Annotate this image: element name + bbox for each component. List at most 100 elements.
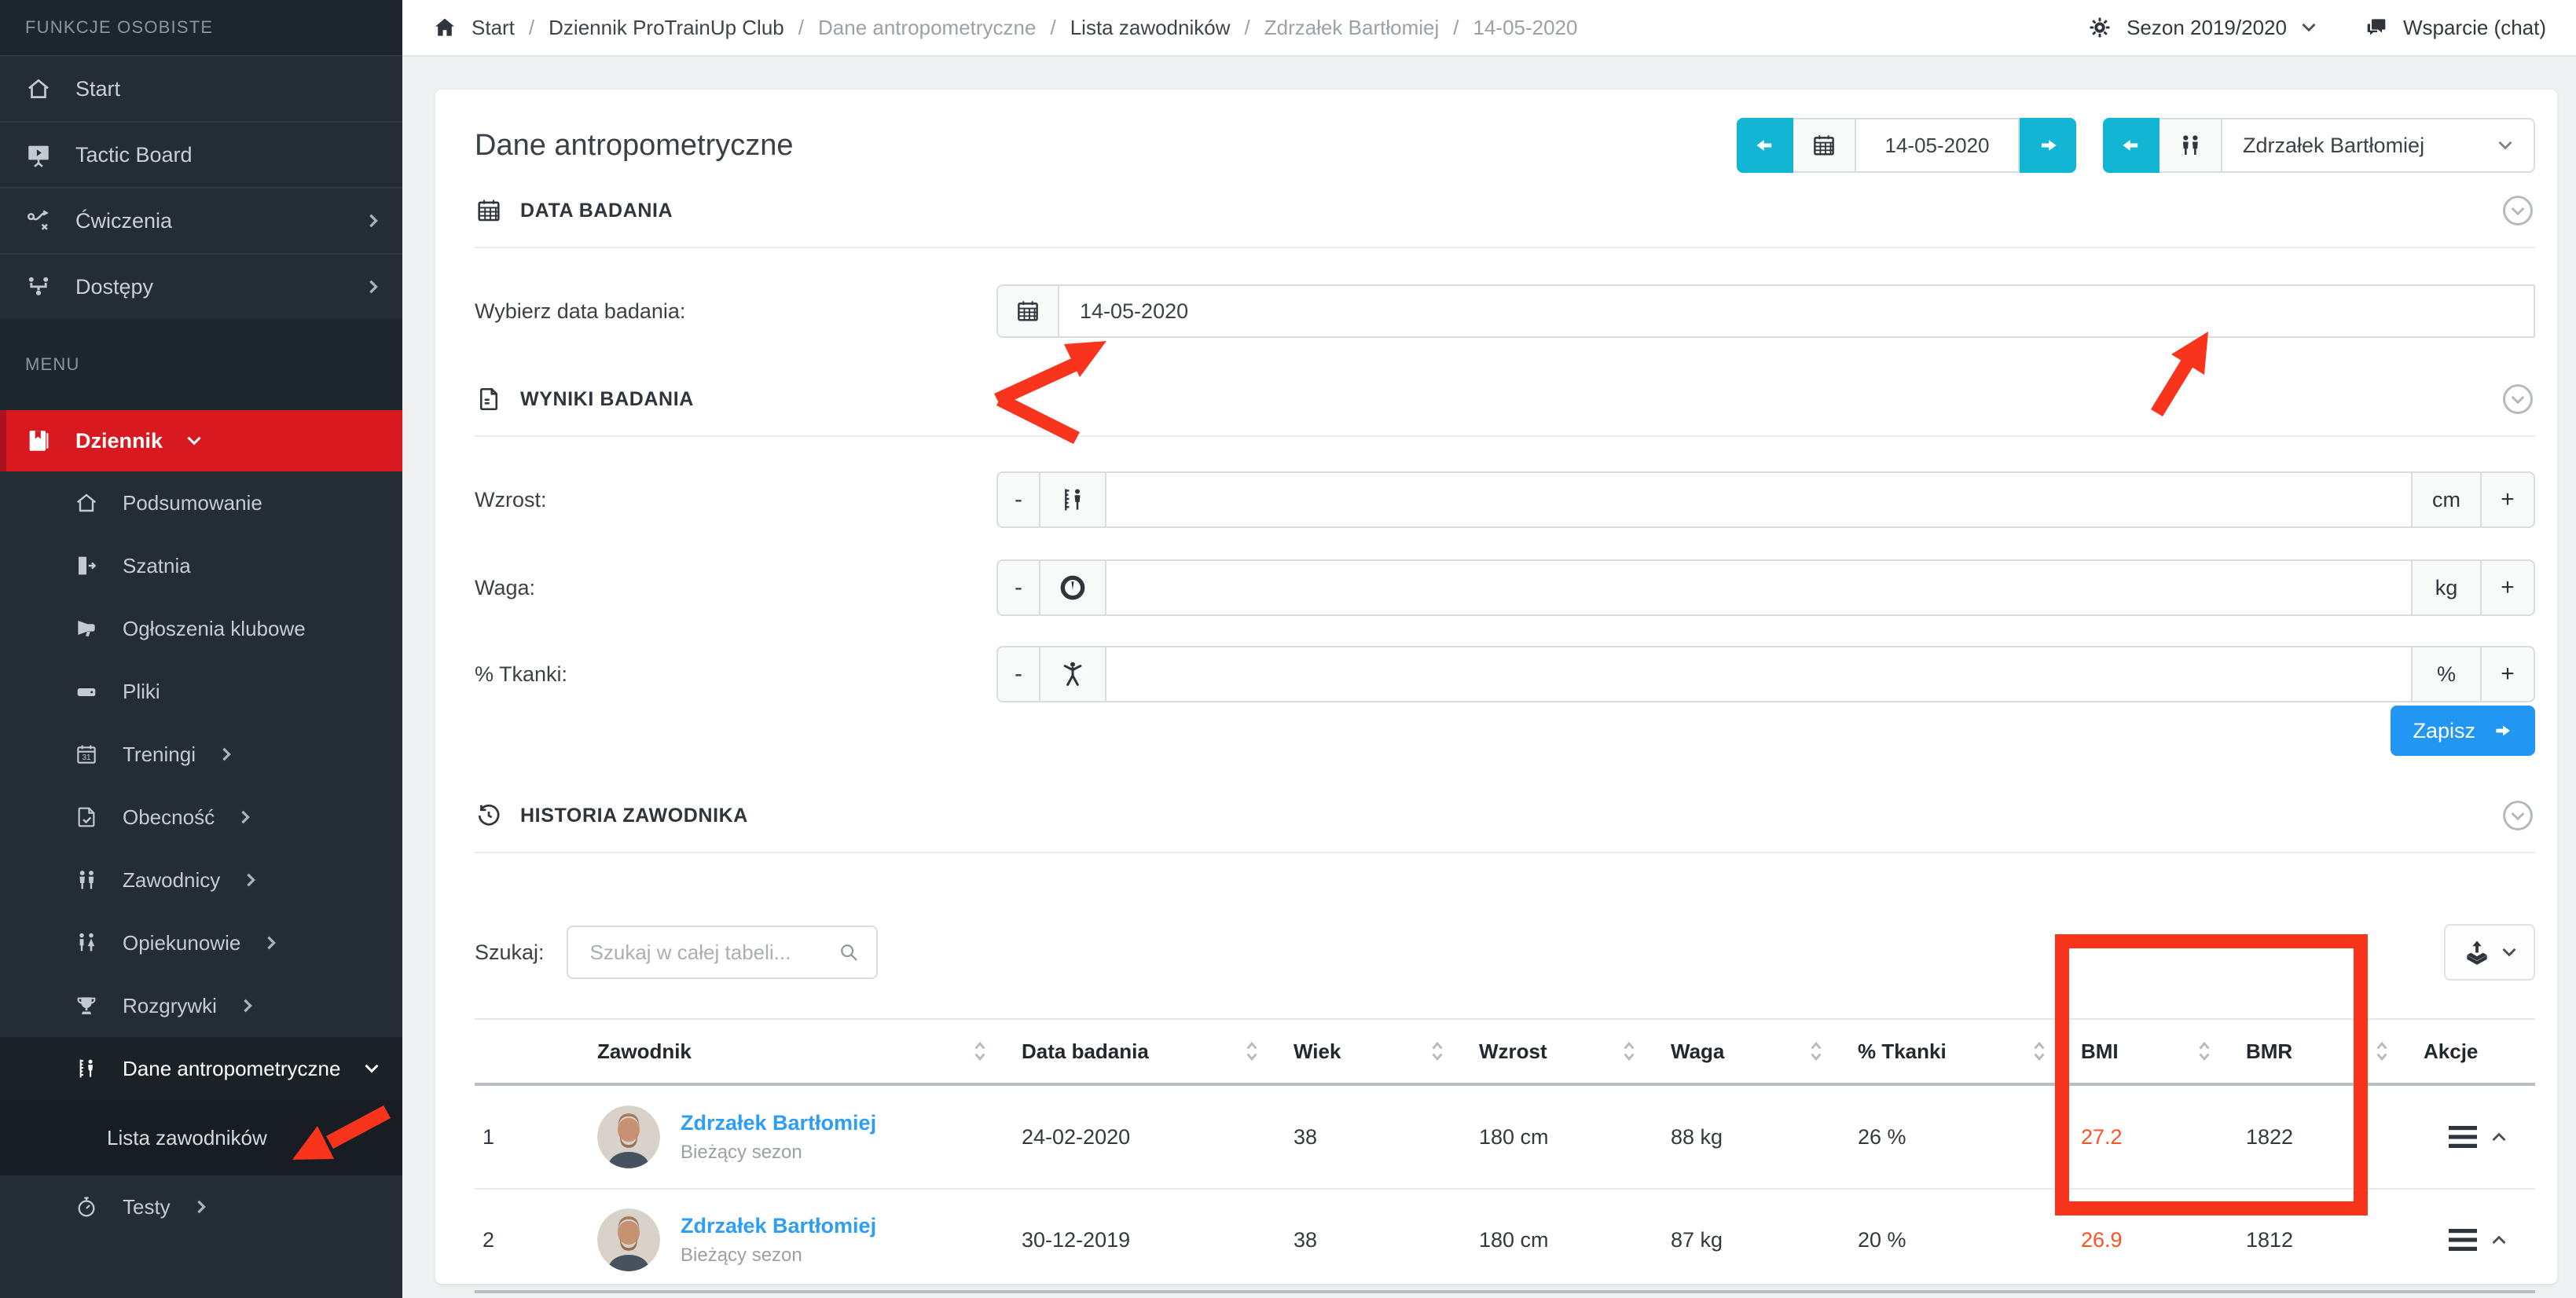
breadcrumb-item[interactable]: Zdrzałek Bartłomiej: [1264, 16, 1440, 40]
section-wyniki-badania: WYNIKI BADANIA: [475, 382, 2535, 437]
sidebar-item-start[interactable]: Start: [0, 55, 402, 121]
height-unit: cm: [2413, 471, 2482, 528]
height-label: Wzrost:: [475, 488, 996, 512]
sidebar-item-tactic-board[interactable]: Tactic Board: [0, 121, 402, 187]
actions-menu-icon[interactable]: [2449, 1229, 2477, 1251]
actions-menu-icon[interactable]: [2449, 1126, 2477, 1148]
column-waga[interactable]: Waga: [1671, 1020, 1858, 1083]
cell-age: 38: [1294, 1228, 1479, 1252]
search-label: Szukaj:: [475, 940, 545, 965]
season-selector[interactable]: Sezon 2019/2020: [2087, 15, 2317, 40]
date-calendar-button[interactable]: [1793, 118, 1856, 173]
date-nav-field[interactable]: 14-05-2020: [1856, 118, 2020, 173]
support-chat-button[interactable]: Wsparcie (chat): [2364, 15, 2546, 40]
arrow-left-icon: [2119, 134, 2143, 157]
sidebar-section-personal: FUNKCJE OSOBISTE: [0, 0, 402, 55]
sidebar-subitem-dane-antropometryczne[interactable]: Dane antropometryczne: [0, 1037, 402, 1100]
sidebar-subitem-label: Opiekunowie: [123, 931, 240, 955]
players-icon-button[interactable]: [2160, 118, 2222, 173]
weight-increment-button[interactable]: +: [2482, 559, 2535, 616]
sidebar-subitem-podsumowanie[interactable]: Podsumowanie: [0, 471, 402, 534]
chevron-down-icon: [2497, 140, 2513, 151]
sidebar-subitem-zawodnicy[interactable]: Zawodnicy: [0, 849, 402, 911]
sidebar-subitem-treningi[interactable]: 31 Treningi: [0, 723, 402, 786]
sidebar-subitem-opiekunowie[interactable]: Opiekunowie: [0, 911, 402, 974]
sidebar-subitem-label: Pliki: [123, 680, 160, 704]
cell-height: 180 cm: [1479, 1125, 1671, 1150]
breadcrumb-item[interactable]: Lista zawodników: [1070, 16, 1231, 40]
date-next-button[interactable]: [2020, 118, 2076, 173]
calendar-addon[interactable]: [996, 284, 1059, 338]
fat-label: % Tkanki:: [475, 662, 996, 687]
sidebar-item-dostepy[interactable]: Dostępy: [0, 253, 402, 319]
sidebar-subitem-obecnosc[interactable]: Obecność: [0, 786, 402, 849]
calendar-icon: [1015, 298, 1041, 324]
sort-icon[interactable]: [2197, 1040, 2211, 1063]
column-bmr[interactable]: BMR: [2246, 1020, 2424, 1083]
sort-icon[interactable]: [973, 1040, 987, 1063]
sort-icon[interactable]: [1622, 1040, 1636, 1063]
collapse-section-icon[interactable]: [2501, 382, 2535, 416]
height-measure-icon: [1058, 485, 1088, 515]
fat-increment-button[interactable]: +: [2482, 646, 2535, 702]
export-button[interactable]: [2444, 924, 2535, 981]
home-icon: [74, 490, 99, 515]
fat-decrement-button[interactable]: -: [996, 646, 1040, 702]
player-prev-button[interactable]: [2103, 118, 2160, 173]
column-wiek[interactable]: Wiek: [1294, 1020, 1479, 1083]
sort-icon[interactable]: [2375, 1040, 2389, 1063]
player-select[interactable]: Zdrzałek Bartłomiej: [2222, 118, 2535, 173]
collapse-row-icon[interactable]: [2491, 1131, 2507, 1142]
sidebar-subitem-testy[interactable]: Testy: [0, 1175, 402, 1238]
sidebar-subitem-lista-zawodnikow[interactable]: Lista zawodników: [0, 1100, 402, 1175]
column-index: [475, 1020, 597, 1083]
breadcrumb-separator: /: [798, 16, 804, 40]
player-name-link[interactable]: Zdrzałek Bartłomiej: [681, 1111, 876, 1135]
collapse-section-icon[interactable]: [2501, 798, 2535, 833]
sidebar-subitem-ogloszenia[interactable]: Ogłoszenia klubowe: [0, 597, 402, 660]
collapse-section-icon[interactable]: [2501, 193, 2535, 228]
sort-icon[interactable]: [1245, 1040, 1259, 1063]
breadcrumb-separator: /: [529, 16, 534, 40]
sidebar-item-cwiczenia[interactable]: Ćwiczenia: [0, 187, 402, 253]
home-icon[interactable]: [432, 15, 457, 40]
row-index: 2: [475, 1228, 597, 1252]
arrow-right-icon: [2036, 134, 2060, 157]
height-decrement-button[interactable]: -: [996, 471, 1040, 528]
height-increment-button[interactable]: +: [2482, 471, 2535, 528]
breadcrumb-item[interactable]: Start: [472, 16, 515, 40]
save-button[interactable]: Zapisz: [2391, 706, 2535, 756]
sidebar-subitem-label: Treningi: [123, 742, 196, 767]
anthropometry-icon: [74, 1056, 99, 1081]
column-zawodnik[interactable]: Zawodnik: [597, 1020, 1022, 1083]
date-prev-button[interactable]: [1737, 118, 1793, 173]
sidebar-item-dziennik[interactable]: Dziennik: [0, 410, 402, 471]
fat-form-row: % Tkanki: - % +: [475, 646, 2535, 702]
access-network-icon: [25, 273, 52, 300]
sidebar-subitem-szatnia[interactable]: Szatnia: [0, 534, 402, 597]
sidebar-subitem-label: Szatnia: [123, 554, 191, 578]
weight-label: Waga:: [475, 576, 996, 600]
search-icon: [837, 940, 861, 964]
column-bmi[interactable]: BMI: [2081, 1020, 2246, 1083]
fat-input[interactable]: [1106, 646, 2413, 702]
sort-icon[interactable]: [2032, 1040, 2046, 1063]
sidebar-subitem-pliki[interactable]: Pliki: [0, 660, 402, 723]
column-tkanki[interactable]: % Tkanki: [1858, 1020, 2081, 1083]
sort-icon[interactable]: [1809, 1040, 1823, 1063]
cell-age: 38: [1294, 1125, 1479, 1150]
exam-date-input[interactable]: [1059, 284, 2535, 338]
breadcrumb-item[interactable]: Dane antropometryczne: [818, 16, 1036, 40]
column-wzrost[interactable]: Wzrost: [1479, 1020, 1671, 1083]
cell-date: 24-02-2020: [1022, 1125, 1294, 1150]
weight-decrement-button[interactable]: -: [996, 559, 1040, 616]
player-name-link[interactable]: Zdrzałek Bartłomiej: [681, 1214, 876, 1238]
sidebar-subitem-rozgrywki[interactable]: Rozgrywki: [0, 974, 402, 1037]
weight-input[interactable]: [1106, 559, 2413, 616]
breadcrumb-item[interactable]: Dziennik ProTrainUp Club: [549, 16, 784, 40]
height-input[interactable]: [1106, 471, 2413, 528]
collapse-row-icon[interactable]: [2491, 1234, 2507, 1245]
sort-icon[interactable]: [1430, 1040, 1444, 1063]
column-data-badania[interactable]: Data badania: [1022, 1020, 1294, 1083]
search-input[interactable]: [587, 939, 837, 966]
